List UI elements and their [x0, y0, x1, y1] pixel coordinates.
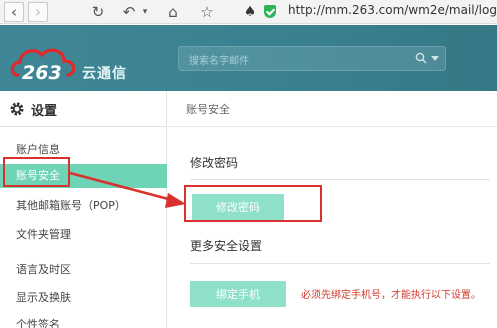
more-security-heading: 更多安全设置 — [190, 239, 263, 253]
search-icon[interactable] — [415, 52, 427, 64]
undo-dropdown-icon[interactable]: ▾ — [140, 2, 150, 22]
annotation-box-sidebar — [3, 157, 70, 187]
logo-text: 云通信 — [82, 66, 127, 82]
logo-mark: 263 — [22, 62, 62, 84]
section-divider — [190, 179, 490, 180]
sidebar-item-signature[interactable]: 个性签名 — [0, 313, 167, 328]
breadcrumb: 账号安全 — [168, 91, 497, 127]
annotation-box-button — [184, 185, 322, 222]
star-icon[interactable]: ☆ — [196, 2, 218, 22]
reload-icon[interactable]: ↻ — [88, 2, 108, 22]
home-icon[interactable]: ⌂ — [163, 2, 183, 22]
sidebar-item-language-timezone[interactable]: 语言及时区 — [0, 258, 167, 282]
search-dropdown-icon[interactable] — [431, 56, 439, 61]
breadcrumb-label: 账号安全 — [186, 103, 230, 116]
sidebar-item-display-skin[interactable]: 显示及换肤 — [0, 286, 167, 310]
extension-icon[interactable]: ♠ — [242, 2, 258, 22]
address-bar[interactable]: http://mm.263.com/wm2e/mail/login — [288, 3, 497, 17]
bind-phone-button[interactable]: 绑定手机 — [190, 281, 286, 307]
secure-shield-icon — [264, 5, 276, 18]
sidebar-item-folders[interactable]: 文件夹管理 — [0, 223, 167, 247]
settings-header: 设置 — [0, 91, 167, 127]
gear-icon — [10, 102, 24, 116]
search-placeholder: 搜索名字邮件 — [189, 56, 249, 67]
sidebar-item-pop-accounts[interactable]: 其他邮箱账号（POP） — [0, 194, 167, 218]
settings-title: 设置 — [31, 104, 58, 119]
search-input[interactable]: 搜索名字邮件 — [178, 46, 446, 71]
app-header: 263 云通信 搜索名字邮件 — [0, 25, 497, 91]
undo-icon[interactable]: ↶ — [118, 2, 140, 22]
browser-toolbar: ‹ › ↻ ↶ ▾ ⌂ ☆ ♠ http://mm.263.com/wm2e/m… — [0, 0, 497, 24]
bind-phone-note: 必须先绑定手机号，才能执行以下设置。 — [301, 290, 481, 301]
section-divider — [190, 263, 490, 264]
back-button[interactable]: ‹ — [4, 2, 24, 22]
forward-button[interactable]: › — [28, 2, 48, 22]
change-password-heading: 修改密码 — [190, 156, 239, 170]
settings-sidebar: 设置 账户信息 账号安全 其他邮箱账号（POP） 文件夹管理 语言及时区 显示及… — [0, 91, 167, 328]
